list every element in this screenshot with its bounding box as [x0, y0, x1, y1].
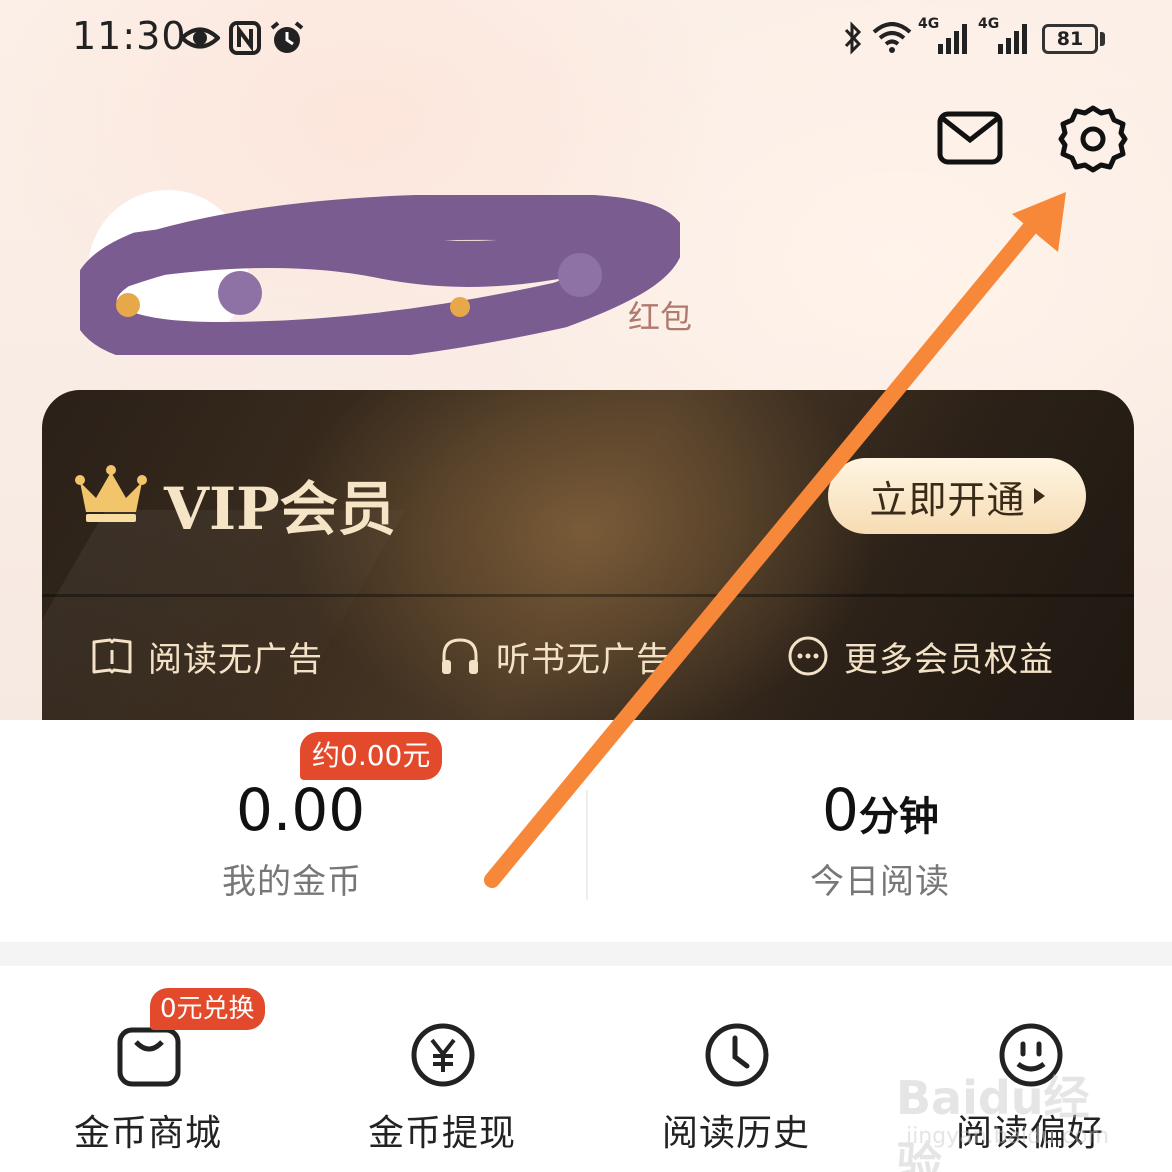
- wifi-icon: [872, 18, 912, 58]
- vip-title: VIP会员: [164, 475, 396, 543]
- mail-icon[interactable]: [936, 108, 1004, 168]
- signal-icon: 4G: [978, 16, 1032, 58]
- more-icon: [788, 636, 828, 676]
- shortcut-reading-history[interactable]: 阅读历史: [616, 966, 856, 1172]
- divider: [42, 594, 1134, 597]
- benefit-no-ads-reading[interactable]: 阅读无广告: [90, 630, 323, 682]
- coin-balance[interactable]: 0.00: [236, 776, 365, 844]
- crown-icon: [75, 465, 147, 522]
- status-bar: 11:30 4G 4G 81: [0, 0, 1172, 80]
- alarm-icon: [268, 18, 306, 58]
- section-separator: [0, 942, 1172, 966]
- stats-panel: 约0.00元 0.00 我的金币 0分钟 今日阅读: [0, 720, 1172, 942]
- coin-label[interactable]: 我的金币: [222, 854, 362, 903]
- profile-page: 11:30 4G 4G 81 红包 VIP会员 立即开通 阅读无广告 听书无广告…: [0, 0, 1172, 1172]
- reading-label[interactable]: 今日阅读: [810, 854, 950, 903]
- signal-icon: 4G: [918, 16, 972, 58]
- bluetooth-icon: [840, 18, 866, 58]
- shortcut-coin-withdraw[interactable]: 金币提现: [322, 966, 562, 1172]
- book-icon: [92, 638, 132, 674]
- divider: [586, 790, 588, 900]
- eye-icon: [180, 18, 220, 58]
- headphones-icon: [442, 638, 478, 674]
- activate-vip-label: 立即开通: [869, 477, 1026, 522]
- exchange-badge: 0元兑换: [150, 988, 265, 1030]
- shopping-bag-icon: [117, 1027, 181, 1087]
- nfc-icon: [228, 18, 262, 58]
- benefit-no-ads-audiobook[interactable]: 听书无广告: [438, 630, 671, 682]
- coin-value-badge: 约0.00元: [300, 732, 443, 780]
- play-arrow-icon: [1033, 488, 1045, 504]
- gear-icon[interactable]: [1058, 104, 1128, 174]
- battery-level: 81: [1056, 28, 1084, 50]
- redaction-scribble: [80, 195, 680, 355]
- shortcut-coin-mall[interactable]: 0元兑换 金币商城: [28, 966, 268, 1172]
- battery-icon: 81: [1042, 18, 1106, 58]
- activate-vip-button[interactable]: 立即开通: [828, 458, 1086, 534]
- baidu-watermark: Baidu经验 jingyan.baidu.com: [896, 1071, 1110, 1172]
- yuan-coin-icon: [411, 1023, 475, 1087]
- benefit-more[interactable]: 更多会员权益: [786, 630, 1054, 682]
- reading-time[interactable]: 0分钟: [822, 776, 939, 844]
- status-time: 11:30: [72, 14, 187, 58]
- vip-card[interactable]: VIP会员 立即开通 阅读无广告 听书无广告 更多会员权益: [42, 390, 1134, 720]
- clock-icon: [705, 1023, 769, 1087]
